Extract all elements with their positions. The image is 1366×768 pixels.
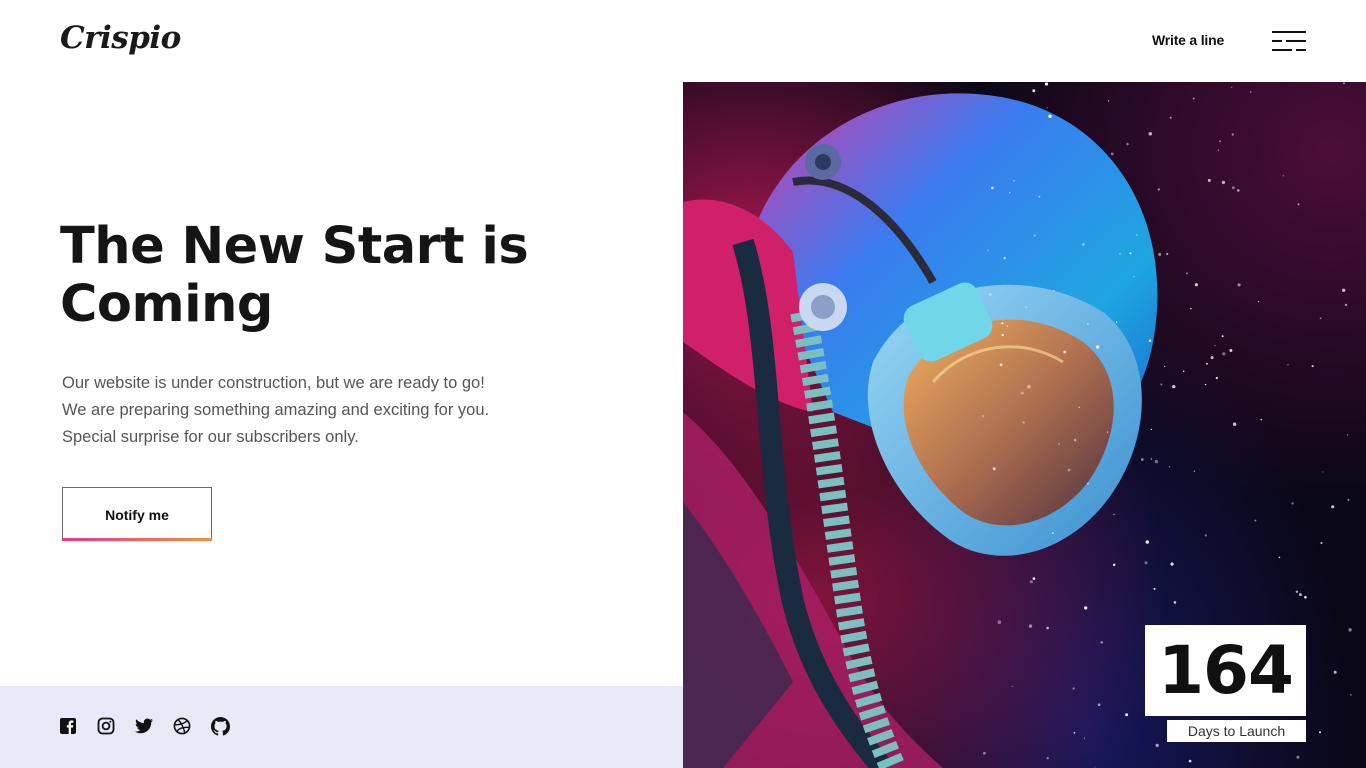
facebook-icon[interactable] [58, 716, 78, 736]
menu-icon[interactable] [1270, 28, 1308, 54]
countdown-label: Days to Launch [1167, 720, 1306, 742]
hero-line-2: We are preparing something amazing and e… [62, 401, 490, 419]
dribbble-icon[interactable] [172, 716, 192, 736]
hero-line-3: Special surprise for our subscribers onl… [62, 428, 359, 446]
countdown-number: 164 [1145, 625, 1306, 716]
hero-line-1: Our website is under construction, but w… [62, 374, 485, 392]
button-gradient-bar [62, 538, 212, 541]
twitter-icon[interactable] [134, 716, 154, 736]
notify-me-label: Notify me [105, 506, 169, 523]
instagram-icon[interactable] [96, 716, 116, 736]
github-icon[interactable] [210, 716, 230, 736]
hero-title: The New Start is Coming [60, 217, 529, 334]
notify-me-button[interactable]: Notify me [62, 487, 212, 541]
hero-description: Our website is under construction, but w… [62, 370, 582, 451]
social-links [58, 716, 230, 736]
logo[interactable]: Crispio [60, 20, 181, 56]
write-a-line-link[interactable]: Write a line [1152, 32, 1224, 48]
